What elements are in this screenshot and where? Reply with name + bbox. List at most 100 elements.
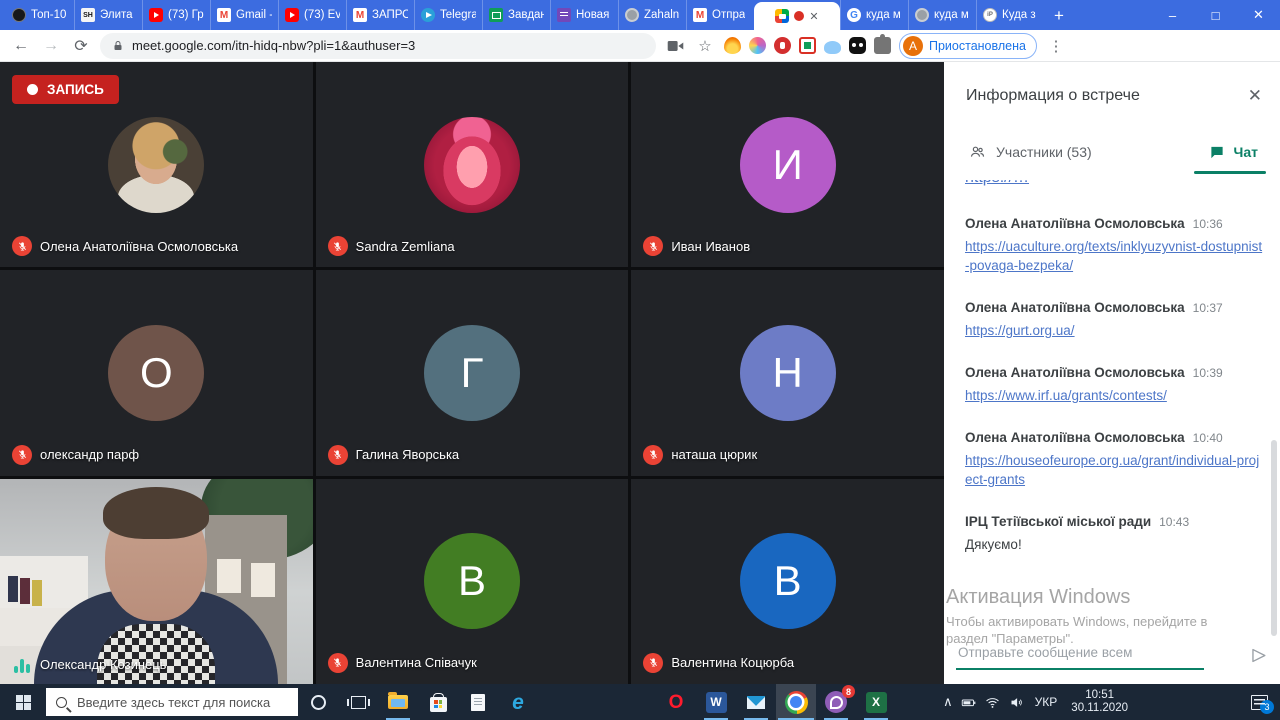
tab-close-icon[interactable]: ✕ [809,10,818,23]
message-author: Олена Анатоліївна Осмоловська [965,365,1185,380]
mic-muted-icon [12,445,32,465]
file-explorer-button[interactable] [378,684,418,720]
chrome-button[interactable] [776,684,816,720]
reload-button[interactable]: ⟳ [70,36,92,56]
browser-tab[interactable]: куда м [840,0,908,30]
system-tray: ∧ УКР 10:51 30.11.2020 3 [943,689,1280,715]
panel-close-icon[interactable]: ✕ [1248,86,1262,106]
extension-adblock-icon[interactable] [774,37,791,54]
participant-tile[interactable]: В Валентина Коцюрба [631,479,944,684]
person-scarf [97,624,215,684]
mail-button[interactable] [736,684,776,720]
browser-tab[interactable]: Telegra [414,0,482,30]
browser-tab[interactable]: Новая [550,0,618,30]
cortana-button[interactable] [298,684,338,720]
message-link[interactable]: https://uaculture.org/texts/inklyuzyvnis… [965,237,1266,275]
extension-darkreader-icon[interactable] [849,37,866,54]
profile-sync-paused-button[interactable]: А Приостановлена [899,33,1037,59]
chat-message-input[interactable] [956,641,1204,670]
browser-tab[interactable]: Gmail - [210,0,278,30]
tab-chat[interactable]: Чат [1209,144,1258,160]
language-indicator[interactable]: УКР [1032,695,1061,709]
participant-letter-avatar: Г [424,325,520,421]
camera-access-icon[interactable] [664,35,686,57]
chat-message: Олена Анатоліївна Осмоловська10:39 https… [965,365,1266,405]
browser-menu-icon[interactable]: ⋮ [1045,35,1067,57]
participant-name: Олена Анатоліївна Осмоловська [40,239,238,254]
taskbar-clock[interactable]: 10:51 30.11.2020 [1067,689,1132,715]
browser-tab[interactable]: Элита [74,0,142,30]
message-author: Олена Анатоліївна Осмоловська [965,216,1185,231]
maximize-button[interactable]: □ [1194,0,1237,30]
participant-tile[interactable]: И Иван Иванов [631,62,944,267]
extension-screencast-icon[interactable] [749,37,766,54]
microsoft-store-button[interactable] [418,684,458,720]
meeting-info-panel: Информация о встрече ✕ Участники (53) Ча… [944,62,1280,684]
participant-tile[interactable]: Н наташа цюрик [631,270,944,475]
close-button[interactable]: ✕ [1237,0,1280,30]
word-button[interactable]: W [696,684,736,720]
participant-tile[interactable]: О олександр парф [0,270,313,475]
taskbar-search-box[interactable]: Введите здесь текст для поиска [46,688,298,716]
mic-muted-icon [643,445,663,465]
windows-activation-watermark: Активация Windows Чтобы активировать Win… [946,586,1256,647]
site-icon [81,8,95,22]
meet-stage: ЗАПИСЬ Олена Анатоліївна Осмоловська San… [0,62,944,684]
browser-tab[interactable]: (73) Гр [142,0,210,30]
clipped-chat-link: https://… [965,180,1266,189]
chat-message: Олена Анатоліївна Осмоловська10:36 https… [965,216,1266,275]
message-link[interactable]: https://gurt.org.ua/ [965,321,1266,340]
browser-tab[interactable]: ЗАПРО [346,0,414,30]
volume-icon[interactable] [1008,695,1025,710]
viber-button[interactable]: 8 [816,684,856,720]
mail-icon [747,696,765,709]
message-link[interactable]: https://houseofeurope.org.ua/grant/indiv… [965,451,1266,489]
browser-tab[interactable]: Топ-10 [6,0,74,30]
tray-chevron-icon[interactable]: ∧ [943,694,953,710]
participant-tile[interactable]: В Валентина Співачук [316,479,629,684]
edge-button[interactable]: e [498,684,538,720]
tab-label: Zahaln [644,9,679,21]
browser-tab[interactable]: куда м [908,0,976,30]
address-bar[interactable]: meet.google.com/itn-hidq-nbw?pli=1&authu… [100,33,656,59]
tab-participants[interactable]: Участники (53) [968,144,1092,160]
new-tab-button[interactable]: + [1044,2,1074,30]
browser-tab[interactable]: Zahaln [618,0,686,30]
bookmark-star-icon[interactable]: ☆ [694,35,716,57]
participant-name: наташа цюрик [671,447,757,462]
tab-label: Новая [576,9,609,21]
participant-tile[interactable]: Г Галина Яворська [316,270,629,475]
extension-box-icon[interactable] [799,37,816,54]
forward-button[interactable]: → [40,37,62,55]
wifi-icon[interactable] [984,695,1001,710]
browser-tab[interactable]: Отпра [686,0,754,30]
people-icon [968,144,987,160]
extensions-puzzle-icon[interactable] [874,37,891,54]
back-button[interactable]: ← [10,37,32,55]
send-message-button[interactable] [1249,646,1268,665]
task-view-button[interactable] [338,684,378,720]
browser-tab[interactable]: Куда з [976,0,1044,30]
mic-muted-icon [328,236,348,256]
participant-name: Галина Яворська [356,447,460,462]
action-center-button[interactable]: 3 [1251,695,1268,710]
minimize-button[interactable]: – [1151,0,1194,30]
participant-tile-speaking[interactable]: Олександр Козинець [0,479,313,684]
extension-flame-icon[interactable] [724,37,741,54]
battery-icon[interactable] [960,695,977,710]
participant-tile[interactable]: Sandra Zemliana [316,62,629,267]
participant-letter-avatar: В [740,533,836,629]
chat-message-list[interactable]: https://… Олена Анатоліївна Осмоловська1… [965,180,1266,572]
chat-scrollbar[interactable] [1271,440,1277,636]
notepad-button[interactable] [458,684,498,720]
desktop: Топ-10 Элита (73) Гр Gmail - (73) Ev ЗАП… [0,0,1280,720]
browser-tab[interactable]: (73) Ev [278,0,346,30]
browser-tab-active-meet[interactable]: ✕ [754,2,840,30]
start-button[interactable] [0,684,46,720]
extension-cloud-icon[interactable] [824,41,841,54]
excel-button[interactable]: X [856,684,896,720]
word-icon: W [706,692,727,713]
opera-button[interactable]: O [656,684,696,720]
message-link[interactable]: https://www.irf.ua/grants/contests/ [965,386,1266,405]
browser-tab[interactable]: Завдан [482,0,550,30]
